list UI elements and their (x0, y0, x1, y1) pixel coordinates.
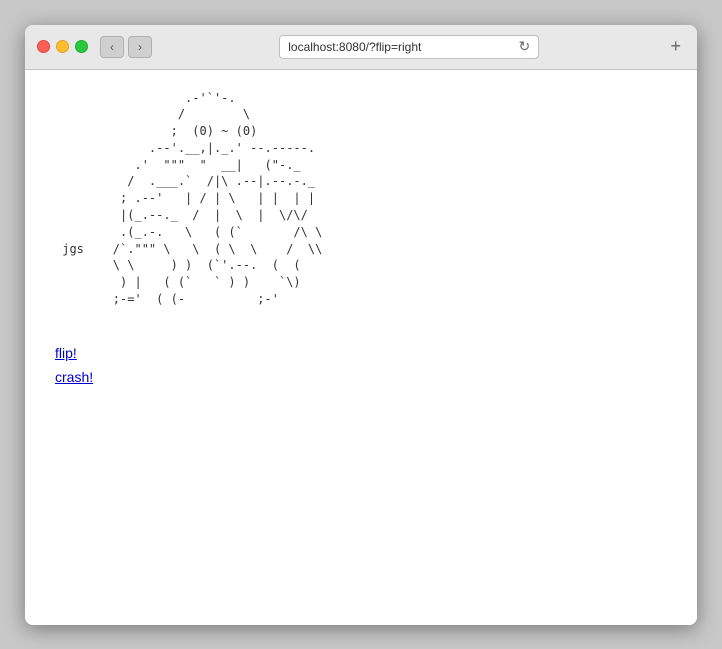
browser-content: .-'`'-. / \ ; (0) ~ (0) .--'.__,|._.' --… (25, 70, 697, 625)
traffic-lights (37, 40, 88, 53)
address-bar[interactable]: localhost:8080/?flip=right ↻ (279, 35, 539, 59)
crash-link[interactable]: crash! (55, 369, 667, 385)
title-bar: ‹ › localhost:8080/?flip=right ↻ + (25, 25, 697, 70)
flip-link[interactable]: flip! (55, 345, 667, 361)
reload-button[interactable]: ↻ (519, 38, 531, 55)
back-button[interactable]: ‹ (100, 36, 124, 58)
minimize-button[interactable] (56, 40, 69, 53)
browser-window: ‹ › localhost:8080/?flip=right ↻ + .-'`'… (25, 25, 697, 625)
new-tab-button[interactable]: + (666, 36, 685, 57)
nav-buttons: ‹ › (100, 36, 152, 58)
close-button[interactable] (37, 40, 50, 53)
url-display: localhost:8080/?flip=right (288, 40, 512, 54)
links-section: flip! crash! (55, 345, 667, 385)
ascii-art-display: .-'`'-. / \ ; (0) ~ (0) .--'.__,|._.' --… (55, 90, 667, 325)
forward-button[interactable]: › (128, 36, 152, 58)
address-bar-container: localhost:8080/?flip=right ↻ (160, 35, 658, 59)
maximize-button[interactable] (75, 40, 88, 53)
